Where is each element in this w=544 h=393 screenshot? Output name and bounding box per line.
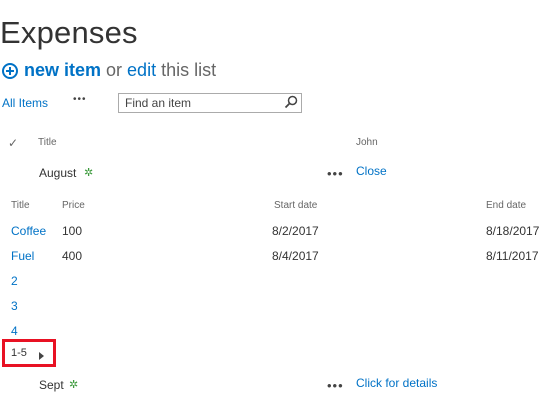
or-text: or [106, 60, 123, 80]
page-link-4[interactable]: 4 [11, 324, 18, 338]
new-item-asterisk-icon: ✲ [84, 167, 94, 179]
view-more-ellipsis[interactable]: ••• [73, 94, 87, 105]
search-icon[interactable] [284, 95, 298, 114]
paging-range: 1-5 [11, 347, 27, 359]
row-price: 100 [62, 224, 83, 238]
sub-column-header-title[interactable]: Title [11, 200, 30, 211]
edit-link[interactable]: edit [127, 60, 156, 81]
column-header-title[interactable]: Title [38, 137, 57, 148]
item-more-ellipsis[interactable]: ••• [327, 378, 344, 393]
select-all-check-icon[interactable]: ✓ [8, 136, 18, 150]
this-list-text: this list [161, 60, 217, 80]
group-item-title-august[interactable]: August [39, 166, 76, 180]
new-item-link[interactable]: new item [24, 60, 101, 81]
row-title-link[interactable]: Fuel [11, 249, 34, 263]
row-end-date: 8/11/2017 [486, 249, 539, 263]
sub-column-header-end-date[interactable]: End date [486, 200, 526, 211]
row-start-date: 8/2/2017 [272, 224, 319, 238]
page-title: Expenses [0, 14, 138, 50]
john-click-for-details-link[interactable]: Click for details [356, 376, 437, 390]
row-price: 400 [62, 249, 83, 263]
group-item-title-sept[interactable]: Sept [39, 378, 64, 392]
next-page-arrow-icon[interactable] [39, 347, 44, 365]
page-link-3[interactable]: 3 [11, 299, 18, 313]
column-header-john[interactable]: John [356, 137, 378, 148]
row-title-link[interactable]: Coffee [11, 224, 46, 238]
plus-circle-icon[interactable] [2, 62, 18, 79]
sub-column-header-price[interactable]: Price [62, 200, 85, 211]
row-start-date: 8/4/2017 [272, 249, 319, 263]
search-input[interactable] [118, 93, 302, 113]
new-item-asterisk-icon: ✲ [69, 379, 79, 391]
john-close-link[interactable]: Close [356, 164, 387, 178]
item-more-ellipsis[interactable]: ••• [327, 166, 344, 181]
sub-column-header-start-date[interactable]: Start date [274, 200, 317, 211]
view-selector-all-items[interactable]: All Items [2, 96, 48, 110]
page-link-2[interactable]: 2 [11, 274, 18, 288]
command-bar: new item or edit this list [2, 60, 216, 81]
row-end-date: 8/18/2017 [486, 224, 540, 238]
